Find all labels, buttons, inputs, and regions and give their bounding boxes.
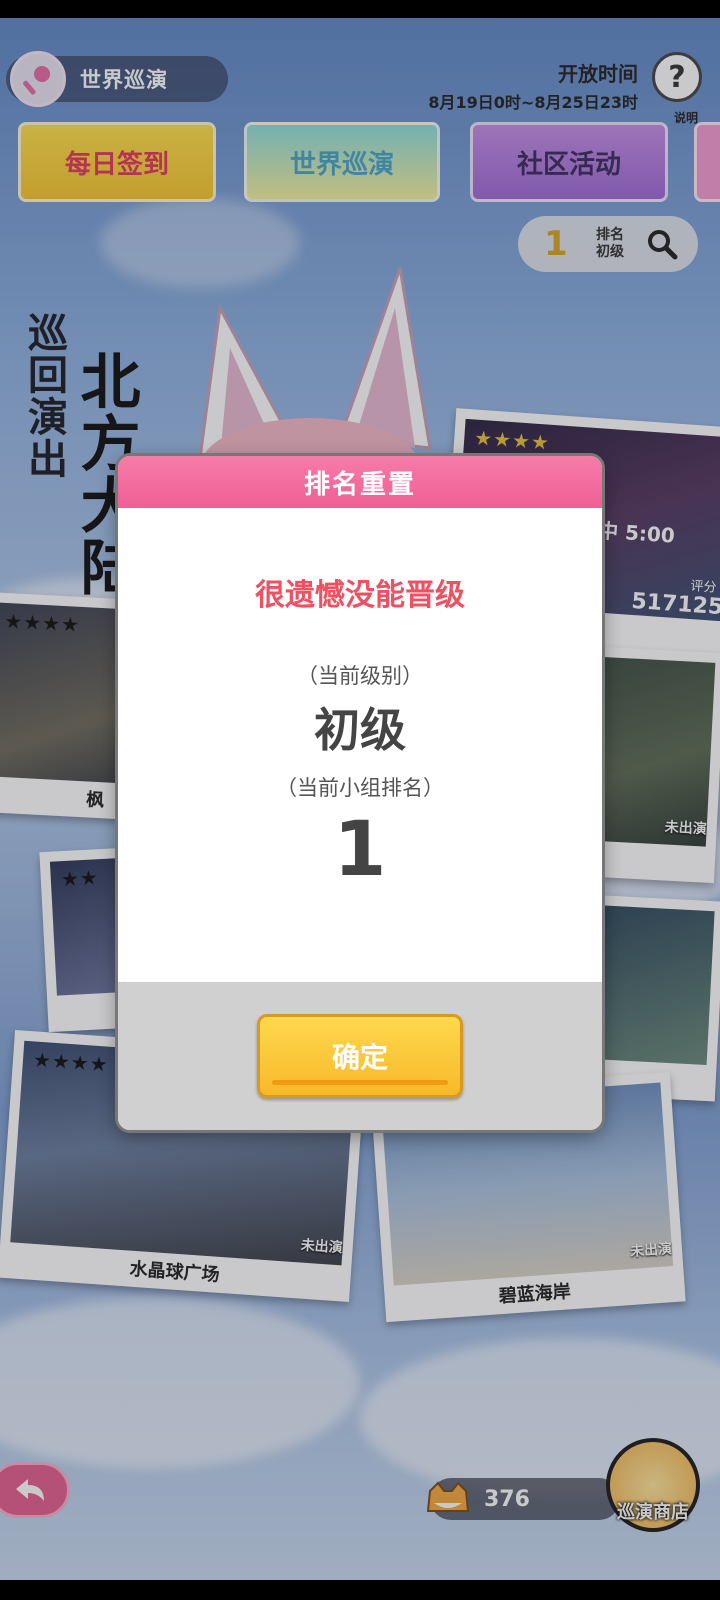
level-value: 初级 [314,703,406,757]
confirm-label: 确定 [331,1041,388,1074]
rank-reset-dialog: 排名重置 很遗憾没能晋级 （当前级别） 初级 （当前小组排名） 1 确定 [118,456,602,1130]
dialog-title: 排名重置 [118,456,602,508]
dialog-body: 很遗憾没能晋级 （当前级别） 初级 （当前小组排名） 1 [118,508,602,982]
confirm-button[interactable]: 确定 [257,1014,463,1098]
group-rank-value: 1 [333,804,387,893]
dialog-footer: 确定 [118,982,602,1130]
level-label: （当前级别） [297,664,423,688]
group-rank-label: （当前小组排名） [276,776,444,800]
dialog-message: 很遗憾没能晋级 [255,578,465,613]
